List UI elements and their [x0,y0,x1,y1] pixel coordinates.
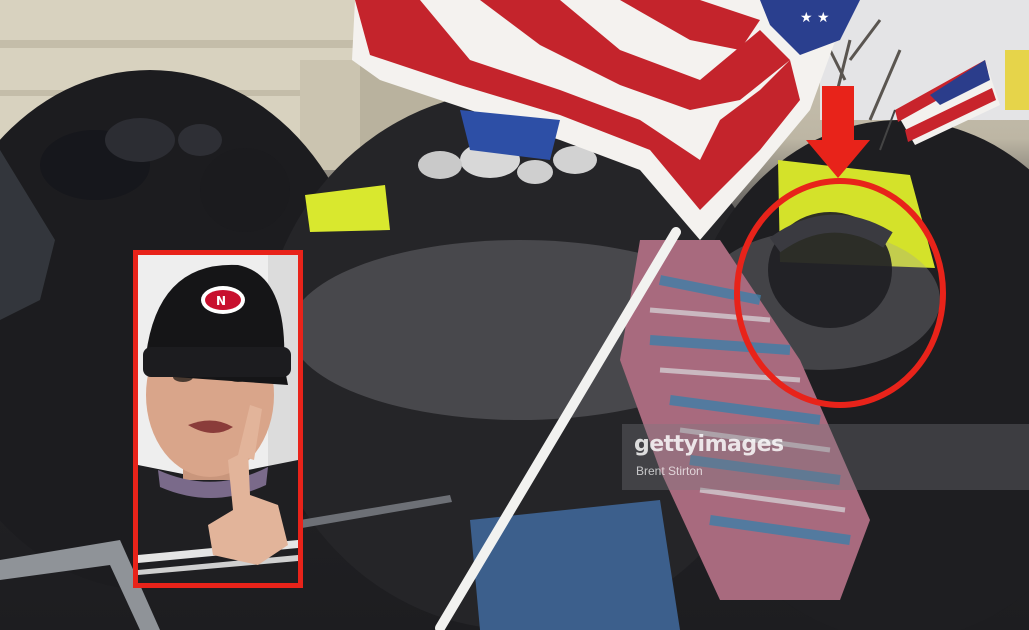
watermark-brand: gettyimages [634,432,784,457]
inset-portrait: N [138,255,298,583]
inset-portrait-frame: N [133,250,303,588]
watermark-credit: Brent Stirton [636,464,703,478]
yellow-flag [1005,50,1029,110]
svg-text:N: N [216,294,226,308]
team-logo-icon: N [201,286,245,314]
news-photo: ★ ★ N gettyimages Brent Stirton [0,0,1029,630]
watermark-banner: gettyimages Brent Stirton [622,424,1029,490]
svg-text:★ ★: ★ ★ [800,10,830,26]
